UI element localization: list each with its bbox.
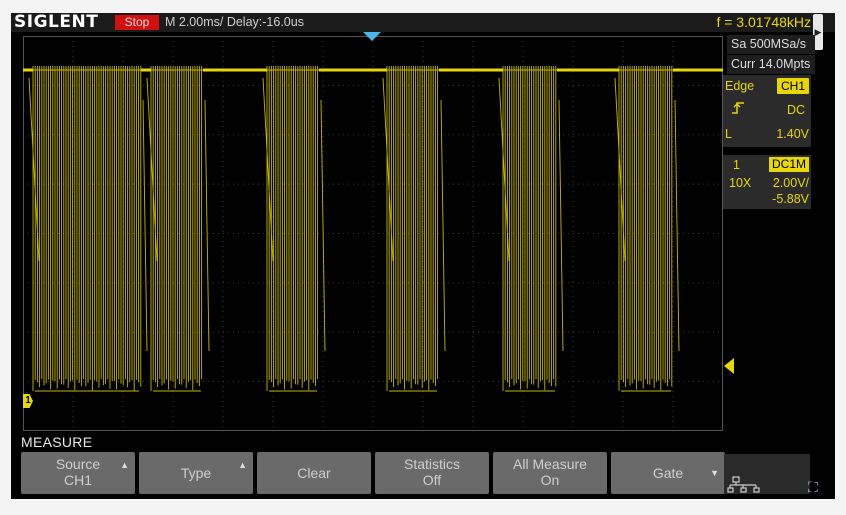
vertical-scale: 2.00V/ bbox=[772, 176, 809, 190]
waveform-grid[interactable]: 1 bbox=[23, 36, 734, 431]
trigger-panel[interactable]: Edge CH1 DC L 1.40V bbox=[723, 75, 811, 147]
trigger-level-value: 1.40V bbox=[776, 127, 809, 141]
channel-coupling: DC1M bbox=[768, 157, 809, 172]
ch1-trace-path bbox=[23, 66, 723, 392]
softkey-value: On bbox=[540, 472, 560, 488]
trigger-coupling: DC bbox=[786, 103, 805, 117]
clear-softkey[interactable]: Clear bbox=[257, 452, 371, 494]
softkey-label: Type bbox=[180, 465, 212, 481]
type-softkey[interactable]: Type ▲ bbox=[139, 452, 253, 494]
oscilloscope-screen: SIGLENT Stop M 2.00ms/ Delay:-16.0us f =… bbox=[11, 13, 835, 499]
softkey-value: Off bbox=[422, 472, 442, 488]
top-status-bar: SIGLENT Stop M 2.00ms/ Delay:-16.0us f =… bbox=[11, 13, 835, 50]
menu-title: MEASURE bbox=[21, 434, 93, 450]
all-measure-softkey[interactable]: All Measure On bbox=[493, 452, 607, 494]
probe-attenuation: 10X bbox=[729, 176, 752, 190]
arrow-up-icon: ▲ bbox=[120, 460, 129, 470]
softkey-label: Gate bbox=[652, 465, 684, 481]
trigger-position-marker[interactable] bbox=[363, 32, 381, 41]
vertical-offset: -5.88V bbox=[772, 192, 809, 206]
gate-softkey[interactable]: Gate ▼ bbox=[611, 452, 725, 494]
channel-1-panel[interactable]: 1 DC1M 10X 2.00V/ -5.88V bbox=[723, 155, 811, 209]
expand-icon[interactable]: ⛶ bbox=[808, 479, 818, 496]
trigger-level-label: L bbox=[725, 127, 732, 141]
sample-rate: Sa 500MSa/s bbox=[727, 35, 815, 54]
rising-edge-icon bbox=[731, 101, 745, 118]
ch1-waveform bbox=[23, 66, 723, 392]
network-icon[interactable] bbox=[724, 454, 810, 494]
trigger-type: Edge bbox=[725, 79, 755, 93]
softkey-label: Statistics bbox=[403, 456, 460, 472]
arrow-up-icon: ▲ bbox=[238, 460, 247, 470]
trigger-level-marker[interactable] bbox=[724, 358, 734, 374]
run-stop-status[interactable]: Stop bbox=[115, 15, 159, 30]
arrow-down-icon: ▼ bbox=[710, 468, 719, 478]
memory-depth: Curr 14.0Mpts bbox=[727, 55, 815, 74]
chevron-right-icon: ▶ bbox=[814, 27, 822, 37]
softkey-bar: Source CH1 ▲ Type ▲ Clear Statistics Off… bbox=[21, 452, 811, 494]
channel-number: 1 bbox=[733, 158, 740, 172]
frequency-counter: f = 3.01748kHz bbox=[716, 14, 811, 30]
brand-logo: SIGLENT bbox=[14, 13, 99, 32]
softkey-label: All Measure bbox=[513, 456, 587, 472]
softkey-value: CH1 bbox=[63, 472, 92, 488]
softkey-label: Source bbox=[55, 456, 101, 472]
source-softkey[interactable]: Source CH1 ▲ bbox=[21, 452, 135, 494]
softkey-label: Clear bbox=[297, 465, 331, 481]
timebase-readout[interactable]: M 2.00ms/ Delay:-16.0us bbox=[165, 13, 304, 32]
trigger-source: CH1 bbox=[776, 78, 809, 94]
statistics-softkey[interactable]: Statistics Off bbox=[375, 452, 489, 494]
